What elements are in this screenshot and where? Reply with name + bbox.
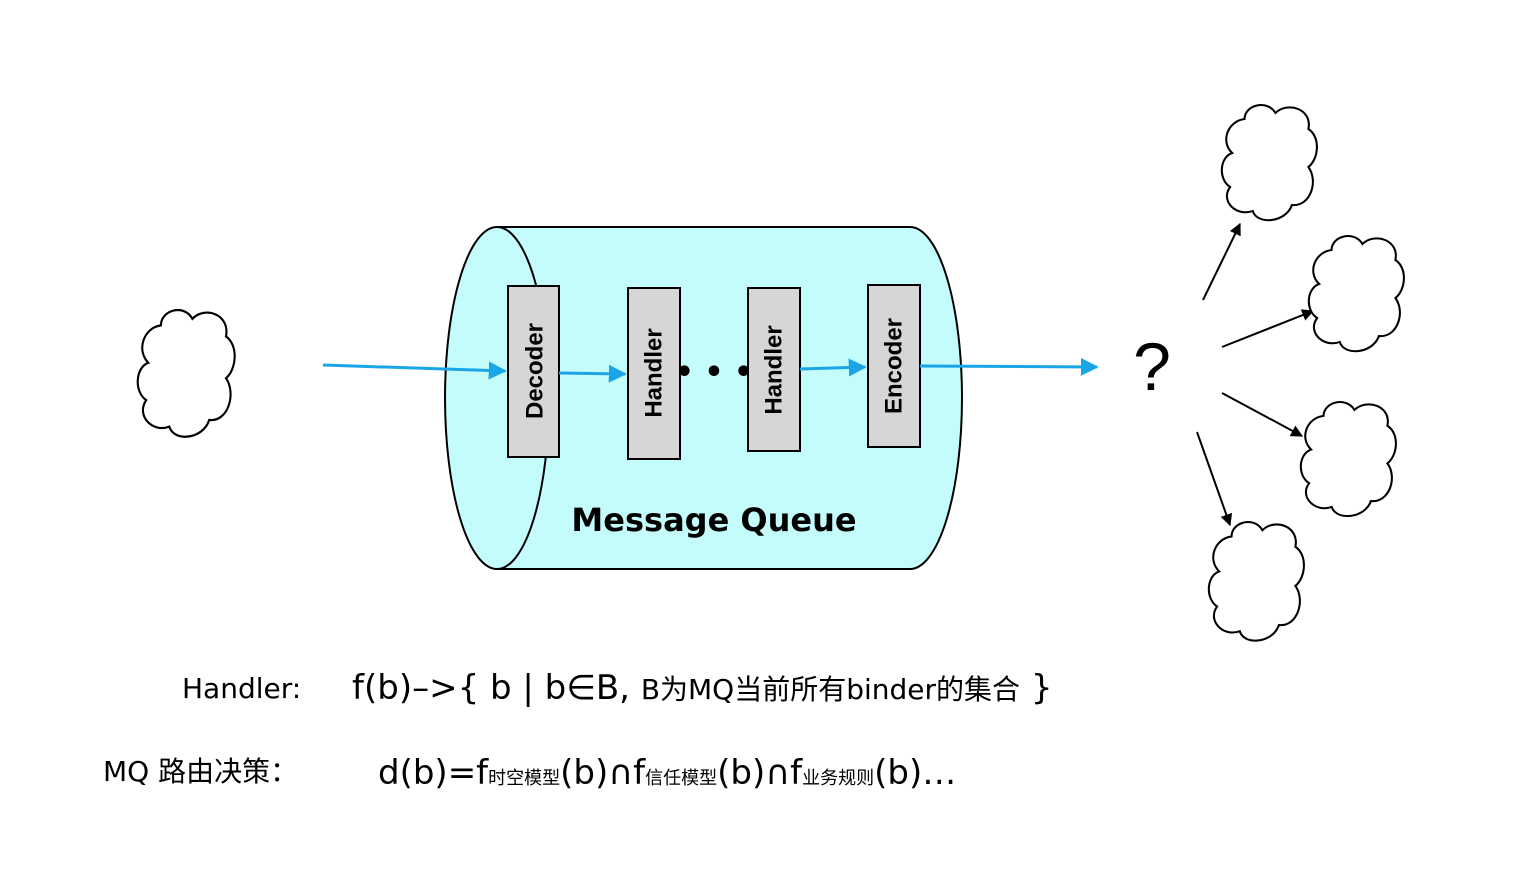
handler-stage-1: Handler xyxy=(627,287,681,460)
routing-formula-sub-2: 信任模型 xyxy=(645,768,718,789)
routing-formula-part-2: (b)∩f xyxy=(560,753,646,793)
destination-cloud-1-icon xyxy=(1220,104,1318,222)
routing-formula-part-4: (b)… xyxy=(874,753,957,793)
route-arrow-4 xyxy=(1196,431,1233,527)
route-arrow-1 xyxy=(1202,222,1241,301)
question-mark: ? xyxy=(1133,329,1171,405)
source-cloud-icon xyxy=(136,308,236,438)
handler-1-label: Handler xyxy=(641,328,668,417)
encoder-stage: Encoder xyxy=(867,284,921,448)
ellipsis-dots: • • • xyxy=(675,355,753,390)
route-arrow-2 xyxy=(1221,309,1315,348)
routing-formula-part-3: (b)∩f xyxy=(717,753,803,793)
handler-stage-2: Handler xyxy=(747,287,801,452)
handler-2-label: Handler xyxy=(761,325,788,414)
routing-formula-sub-1: 时空模型 xyxy=(488,768,561,789)
handler-formula-description: B为MQ当前所有binder的集合 xyxy=(640,673,1021,706)
handler-formula-label: Handler: xyxy=(182,672,302,705)
queue-title: Message Queue xyxy=(571,501,856,539)
decoder-stage: Decoder xyxy=(507,285,560,458)
destination-cloud-2-icon xyxy=(1307,235,1405,353)
routing-formula-sub-3: 业务规则 xyxy=(802,768,875,789)
routing-formula-part-1: d(b)=f xyxy=(378,753,489,793)
handler-formula-prefix: f(b)–>{ b | b∈B, xyxy=(352,668,641,708)
routing-formula: d(b)=f时空模型(b)∩f信任模型(b)∩f业务规则(b)… xyxy=(378,753,956,793)
handler-formula-suffix: } xyxy=(1020,668,1053,708)
handler-formula: f(b)–>{ b | b∈B, B为MQ当前所有binder的集合 } xyxy=(352,668,1052,708)
decoder-label: Decoder xyxy=(522,323,549,419)
destination-cloud-4-icon xyxy=(1207,521,1305,642)
outgoing-arrow xyxy=(919,357,1099,376)
handler-to-encoder-arrow xyxy=(799,358,867,377)
decoder-to-handler-arrow xyxy=(558,364,627,383)
encoder-label: Encoder xyxy=(881,318,908,414)
routing-formula-label: MQ 路由决策： xyxy=(103,755,299,788)
destination-cloud-3-icon xyxy=(1299,401,1397,518)
route-arrow-3 xyxy=(1221,392,1304,437)
